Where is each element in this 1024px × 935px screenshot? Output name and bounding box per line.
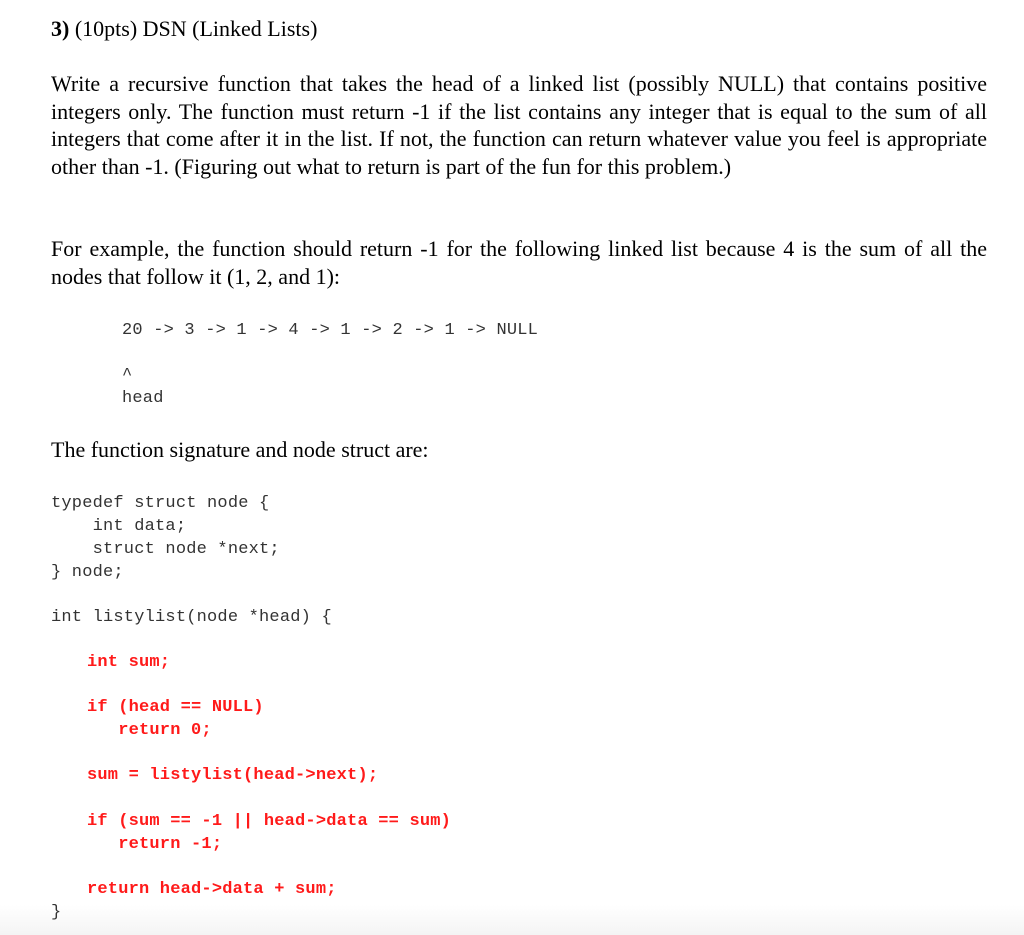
closing-brace: } xyxy=(51,903,62,922)
question-title: 3) (10pts) DSN (Linked Lists) xyxy=(51,14,317,44)
answer-line-condition: if (sum == -1 || head->data == sum) xyxy=(87,812,452,831)
answer-line-recursive-call: sum = listylist(head->next); xyxy=(87,766,379,785)
example-description: For example, the function should return … xyxy=(51,236,987,289)
question-heading: (10pts) DSN (Linked Lists) xyxy=(69,16,318,41)
problem-description: Write a recursive function that takes th… xyxy=(51,71,987,179)
answer-line-null-check: if (head == NULL) xyxy=(87,698,264,717)
function-signature: int listylist(node *head) { xyxy=(51,608,332,627)
struct-line-3: struct node *next; xyxy=(51,540,280,559)
answer-line-return-neg-one: return -1; xyxy=(87,835,223,854)
struct-line-4: } node; xyxy=(51,563,124,582)
struct-line-2: int data; xyxy=(51,517,187,536)
head-pointer-caret: ^ xyxy=(122,366,133,385)
head-label: head xyxy=(122,389,164,408)
struct-line-1: typedef struct node { xyxy=(51,494,270,513)
answer-line-declare-sum: int sum; xyxy=(87,653,171,672)
signature-intro: The function signature and node struct a… xyxy=(51,437,429,462)
answer-line-return-sum: return head->data + sum; xyxy=(87,880,337,899)
example-linked-list: 20 -> 3 -> 1 -> 4 -> 1 -> 2 -> 1 -> NULL xyxy=(122,321,539,340)
question-number: 3) xyxy=(51,16,70,41)
answer-line-return-zero: return 0; xyxy=(87,721,212,740)
